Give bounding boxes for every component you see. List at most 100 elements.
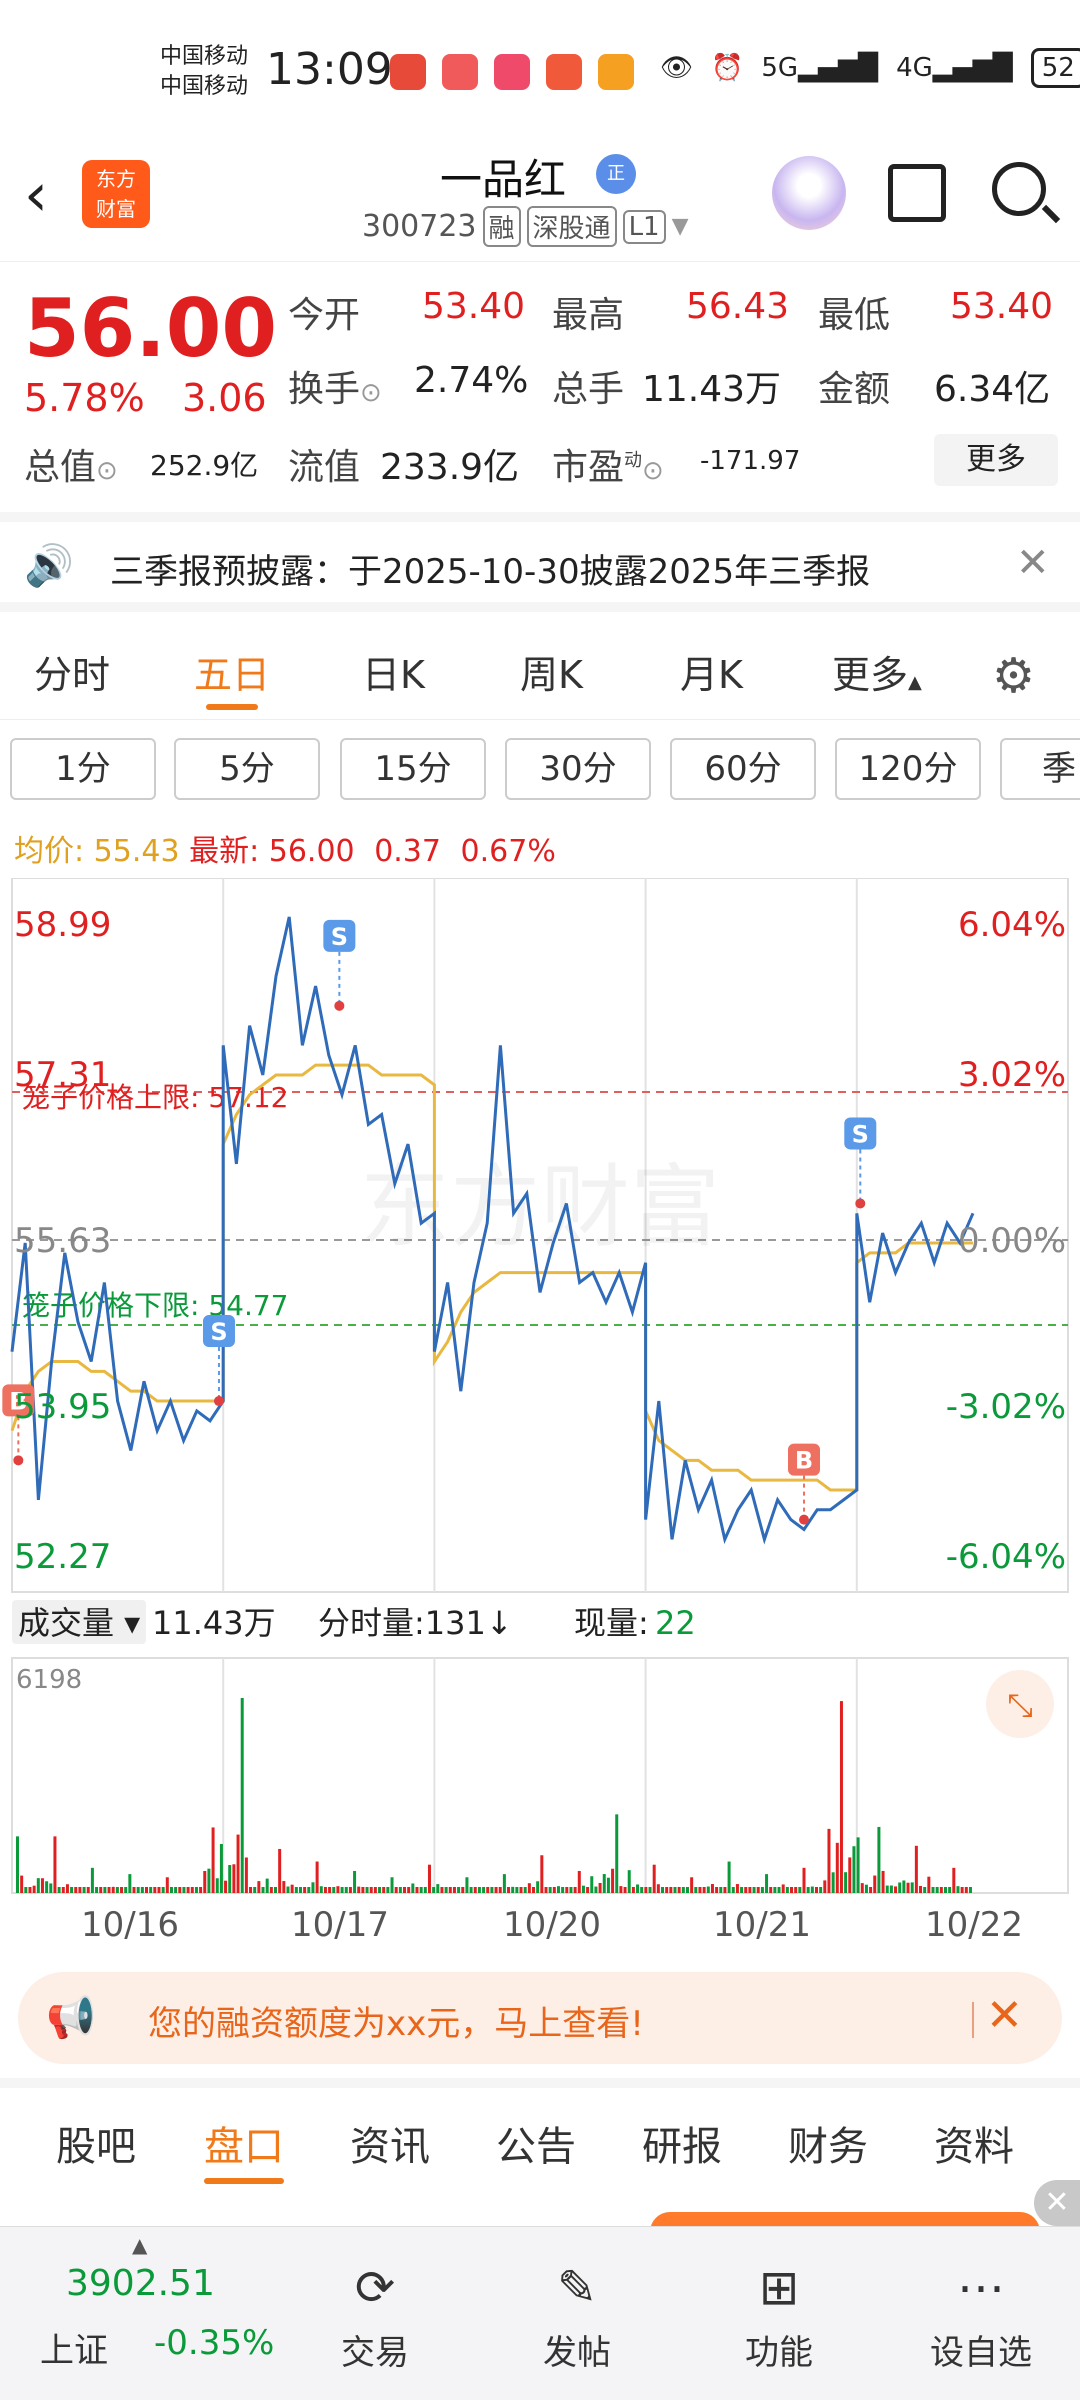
volume-bar xyxy=(161,1887,165,1893)
more-quote-button[interactable]: 更多 xyxy=(934,434,1058,486)
watermark: 东方财富 xyxy=(360,1155,720,1260)
volume-bar xyxy=(398,1887,402,1893)
volume-bar xyxy=(814,1887,818,1893)
volume-bar xyxy=(823,1880,827,1893)
volume-bar xyxy=(681,1887,685,1893)
info-icon: ⊙ xyxy=(642,456,664,486)
chart-svg[interactable]: 东方财富 笼子价格上限: 57.12笼子价格下限: 54.77 BSSBS 58… xyxy=(0,877,1080,1958)
volume-bar xyxy=(894,1886,898,1893)
volume-bar xyxy=(781,1884,785,1893)
minute-button-15[interactable]: 15分 xyxy=(340,738,486,800)
volume-bar xyxy=(207,1868,211,1893)
percent-tick-right: 3.02% xyxy=(958,1055,1066,1095)
minute-button-5[interactable]: 5分 xyxy=(174,738,320,800)
pe-label: 市盈动⊙ xyxy=(552,447,664,488)
tab-caiwu[interactable]: 财务 xyxy=(788,2114,868,2172)
index-name[interactable]: 上证 xyxy=(40,2323,108,2372)
tab-gonggao[interactable]: 公告 xyxy=(496,2114,576,2172)
volume-bar xyxy=(885,1885,889,1893)
notification-app-icon xyxy=(598,54,634,90)
back-arrow-icon[interactable]: ‹ xyxy=(24,160,48,230)
minute-button-60[interactable]: 60分 xyxy=(670,738,816,800)
volume-bar xyxy=(556,1886,560,1893)
tab-yuek[interactable]: 月K xyxy=(680,644,743,699)
current-volume-label: 现量: xyxy=(574,1604,649,1642)
volume-bar xyxy=(74,1887,78,1893)
volume-bar xyxy=(960,1887,964,1893)
volume-bar xyxy=(910,1882,914,1893)
volume-bar xyxy=(427,1864,431,1893)
nav-add-watchlist[interactable]: ⋯ 设自选 xyxy=(916,2257,1046,2374)
tab-guba[interactable]: 股吧 xyxy=(56,2114,136,2172)
system-icons: 👁 ⏰ 5G▂▄▆█ 4G▂▄▆█ 52 xyxy=(660,48,1080,88)
volume-bar xyxy=(440,1887,444,1893)
volume-bar xyxy=(282,1881,286,1893)
tab-yanbao[interactable]: 研报 xyxy=(642,2114,722,2172)
tab-fenshi[interactable]: 分时 xyxy=(34,644,110,699)
minute-button-season[interactable]: 季 xyxy=(1000,738,1080,800)
date-label: 10/16 xyxy=(81,1905,179,1945)
volume-bar xyxy=(565,1887,569,1893)
stock-code-line[interactable]: 300723 融 深股通 L1 ▼ xyxy=(362,206,689,247)
marker-dot xyxy=(855,1198,866,1209)
share-icon[interactable] xyxy=(888,164,946,222)
index-value[interactable]: 3902.51 xyxy=(66,2263,215,2304)
volume-bar xyxy=(765,1874,769,1893)
assistant-robot-icon[interactable] xyxy=(772,156,846,230)
tab-rik[interactable]: 日K xyxy=(362,644,425,699)
volume-label: 成交量 ▾ xyxy=(18,1604,140,1642)
five-day-chart[interactable]: 东方财富 笼子价格上限: 57.12 笼子价格下限: 54.77 BSSBS 58… xyxy=(0,877,1080,1998)
date-label: 10/22 xyxy=(925,1905,1023,1945)
close-icon[interactable]: ✕ xyxy=(1034,2180,1080,2226)
financing-banner[interactable]: 📢 您的融资额度为xx元，马上查看! ✕ xyxy=(18,1972,1062,2064)
minute-button-1[interactable]: 1分 xyxy=(10,738,156,800)
volume-bar xyxy=(756,1887,760,1893)
volume-bar xyxy=(186,1887,190,1893)
volume-bar xyxy=(90,1867,94,1893)
minute-button-120[interactable]: 120分 xyxy=(835,738,981,800)
marker-label: S xyxy=(331,923,348,951)
tab-zixun[interactable]: 资讯 xyxy=(350,2114,430,2172)
close-icon[interactable]: ✕ xyxy=(1016,540,1050,586)
nav-trade[interactable]: ⟳ 交易 xyxy=(310,2257,440,2374)
gear-icon[interactable]: ⚙ xyxy=(992,648,1035,704)
current-volume-value: 22 xyxy=(655,1604,696,1642)
banner-text: 您的融资额度为xx元，马上查看! xyxy=(148,2004,644,2044)
tab-ziliao[interactable]: 资料 xyxy=(934,2114,1014,2172)
volume-bar xyxy=(157,1887,161,1893)
caret-up-icon: ▲ xyxy=(908,672,922,693)
volume-bar xyxy=(473,1887,477,1893)
tab-pankou[interactable]: 盘口 xyxy=(204,2114,284,2184)
volume-bar xyxy=(669,1887,673,1893)
announcement-bar[interactable]: 🔊 三季报预披露：于2025-10-30披露2025年三季报 ✕ xyxy=(0,512,1080,612)
close-icon[interactable]: ✕ xyxy=(986,1990,1023,2041)
volume-bar xyxy=(523,1887,527,1893)
info-icon: ⊙ xyxy=(96,456,118,486)
volume-bar xyxy=(877,1826,881,1893)
marker-dot xyxy=(799,1514,809,1525)
volume-bar xyxy=(465,1877,469,1893)
divider xyxy=(972,2002,974,2038)
tab-wuri[interactable]: 五日 xyxy=(194,644,270,710)
index-change[interactable]: -0.35% xyxy=(154,2323,274,2363)
volume-bar xyxy=(727,1861,731,1893)
volume-bar xyxy=(253,1887,257,1893)
tab-zhouk[interactable]: 周K xyxy=(520,644,583,699)
search-icon[interactable] xyxy=(992,162,1046,216)
turnover-label: 换手⊙ xyxy=(288,369,382,410)
volume-bar xyxy=(353,1870,357,1893)
volume-bar xyxy=(694,1887,698,1893)
volume-bar xyxy=(665,1887,669,1893)
tab-more[interactable]: 更多▲ xyxy=(832,644,922,699)
volume-bar xyxy=(86,1887,90,1893)
volume-bar xyxy=(527,1883,531,1893)
volume-bar xyxy=(457,1887,461,1893)
nav-post[interactable]: ✎ 发帖 xyxy=(512,2257,642,2374)
volume-bar xyxy=(702,1887,706,1893)
volume-bar xyxy=(752,1887,756,1893)
volume-bar xyxy=(615,1814,619,1893)
carrier-2: 中国移动 xyxy=(160,74,249,99)
nav-functions[interactable]: ⊞ 功能 xyxy=(714,2257,844,2374)
status-badge: 正 xyxy=(596,154,636,194)
minute-button-30[interactable]: 30分 xyxy=(505,738,651,800)
